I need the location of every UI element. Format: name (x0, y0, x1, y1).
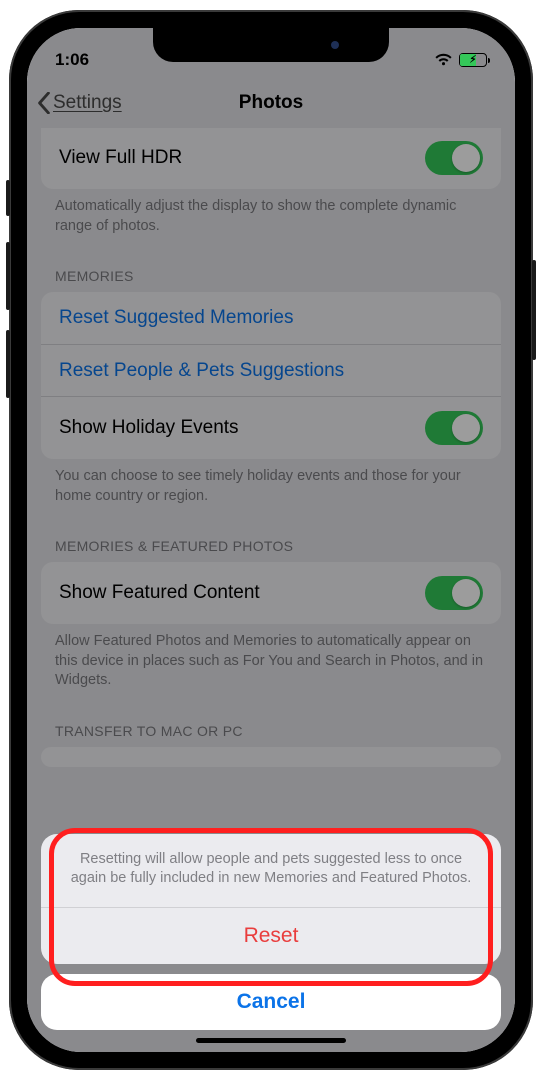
volume-up-button (6, 242, 10, 310)
action-sheet-message: Resetting will allow people and pets sug… (41, 834, 501, 907)
screen: 1:06 ⚡︎ Settings Photos (27, 28, 515, 1052)
action-sheet-card: Resetting will allow people and pets sug… (41, 834, 501, 964)
wifi-icon (434, 53, 453, 67)
cancel-button[interactable]: Cancel (41, 974, 501, 1030)
action-sheet: Resetting will allow people and pets sug… (41, 834, 501, 1030)
charging-bolt-icon: ⚡︎ (469, 55, 476, 66)
status-time: 1:06 (55, 50, 135, 70)
volume-down-button (6, 330, 10, 398)
home-indicator[interactable] (196, 1038, 346, 1043)
notch (153, 28, 389, 62)
face-id-sensor (331, 41, 339, 49)
iphone-frame: 1:06 ⚡︎ Settings Photos (9, 10, 533, 1070)
reset-button[interactable]: Reset (41, 908, 501, 964)
battery-icon: ⚡︎ (459, 53, 487, 67)
settings-content: Settings Photos View Full HDR Automatica… (27, 28, 515, 1052)
power-button (532, 260, 536, 360)
mute-switch (6, 180, 10, 216)
